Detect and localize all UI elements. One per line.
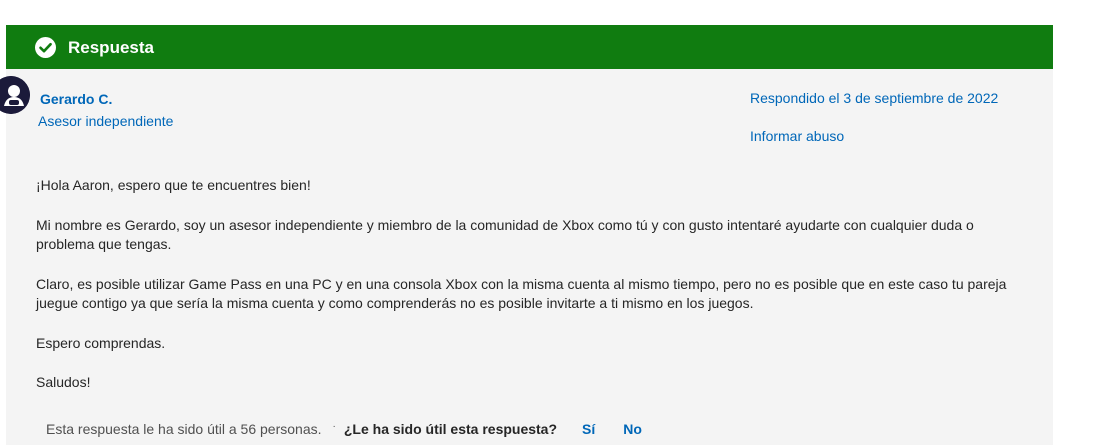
answer-card: Respuesta Gerardo C. Asesor independient… — [0, 25, 1053, 445]
helpful-question: ¿Le ha sido útil esta respuesta? — [343, 421, 558, 437]
check-circle-icon — [35, 37, 56, 58]
author-name-link[interactable]: Gerardo C. — [40, 90, 112, 108]
helpful-footer: Esta respuesta le ha sido útil a 56 pers… — [46, 419, 670, 439]
answer-paragraph: Saludos! — [36, 374, 91, 390]
vote-yes-button[interactable]: Sí — [582, 421, 595, 437]
author-role: Asesor independiente — [38, 113, 174, 129]
answer-header: Respuesta — [6, 25, 1053, 69]
gamer-avatar-icon[interactable] — [0, 76, 30, 114]
report-abuse-link[interactable]: Informar abuso — [750, 127, 844, 145]
footer-separator: · — [332, 420, 336, 432]
answer-header-title: Respuesta — [68, 38, 154, 57]
answer-paragraph: Mi nombre es Gerardo, soy un asesor inde… — [36, 216, 974, 253]
answer-body: ¡Hola Aaron, espero que te encuentres bi… — [36, 176, 1026, 413]
answer-paragraph: Espero comprendas. — [36, 334, 166, 351]
vote-no-button[interactable]: No — [623, 421, 642, 437]
answered-date: Respondido el 3 de septiembre de 2022 — [750, 90, 999, 106]
helpful-count: Esta respuesta le ha sido útil a 56 pers… — [46, 421, 322, 437]
answer-paragraph: Claro, es posible utilizar Game Pass en … — [36, 275, 1007, 312]
answer-paragraph: ¡Hola Aaron, espero que te encuentres bi… — [36, 177, 311, 193]
